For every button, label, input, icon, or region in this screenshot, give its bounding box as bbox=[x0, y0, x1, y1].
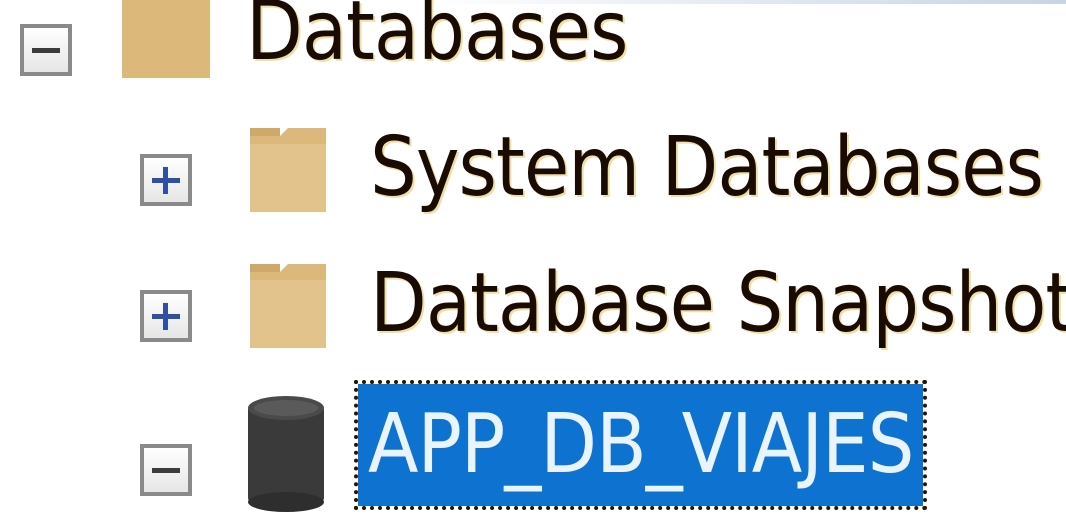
tree-node-label: System Databases bbox=[370, 120, 1044, 215]
tree-node-label: Databases bbox=[246, 0, 628, 79]
expand-toggle-icon[interactable] bbox=[140, 290, 192, 342]
tree-node-label-selected[interactable]: APP_DB_VIAJES bbox=[353, 380, 928, 510]
folder-icon bbox=[122, 0, 210, 78]
tree-node-app-db-viajes[interactable]: APP_DB_VIAJES bbox=[130, 380, 928, 514]
tree-node-databases[interactable]: Databases bbox=[0, 0, 628, 110]
expand-toggle-icon[interactable] bbox=[140, 154, 192, 206]
tree-node-label: Database Snapshots bbox=[370, 256, 1066, 351]
tree-node-database-snapshots[interactable]: Database Snapshots bbox=[130, 256, 1066, 366]
folder-icon bbox=[250, 264, 326, 348]
database-icon bbox=[248, 396, 324, 512]
collapse-toggle-icon[interactable] bbox=[20, 24, 72, 76]
tree-node-system-databases[interactable]: System Databases bbox=[130, 120, 1044, 230]
folder-icon bbox=[250, 128, 326, 212]
collapse-toggle-icon[interactable] bbox=[140, 444, 192, 496]
